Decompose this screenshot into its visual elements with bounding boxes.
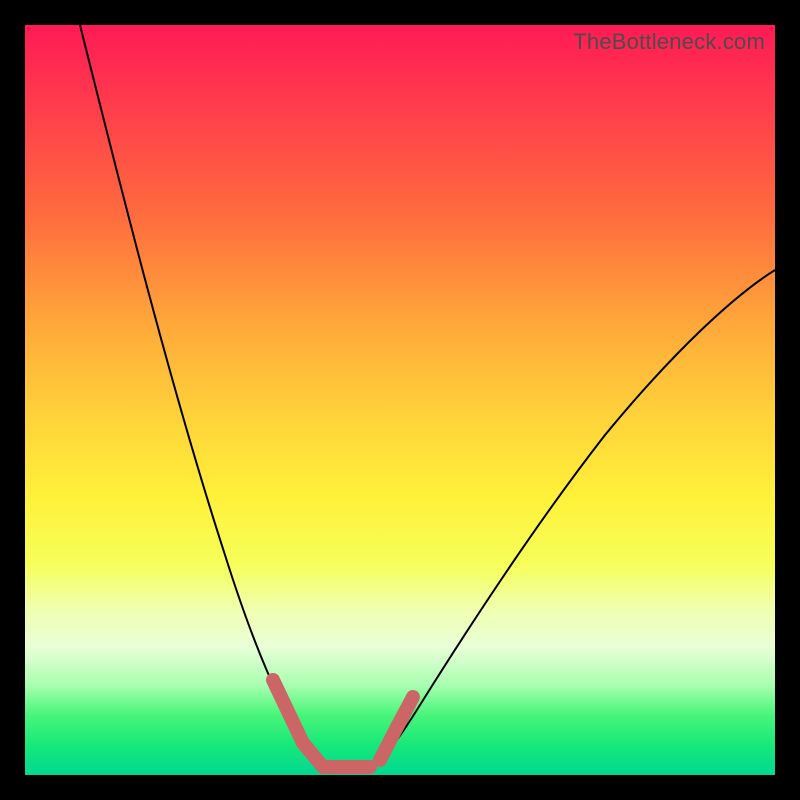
bottleneck-curve-right	[365, 270, 775, 770]
curve-layer	[25, 25, 775, 775]
minimum-highlight-marker	[273, 680, 413, 767]
bottleneck-curve-left	[80, 25, 335, 770]
chart-frame: TheBottleneck.com	[25, 25, 775, 775]
